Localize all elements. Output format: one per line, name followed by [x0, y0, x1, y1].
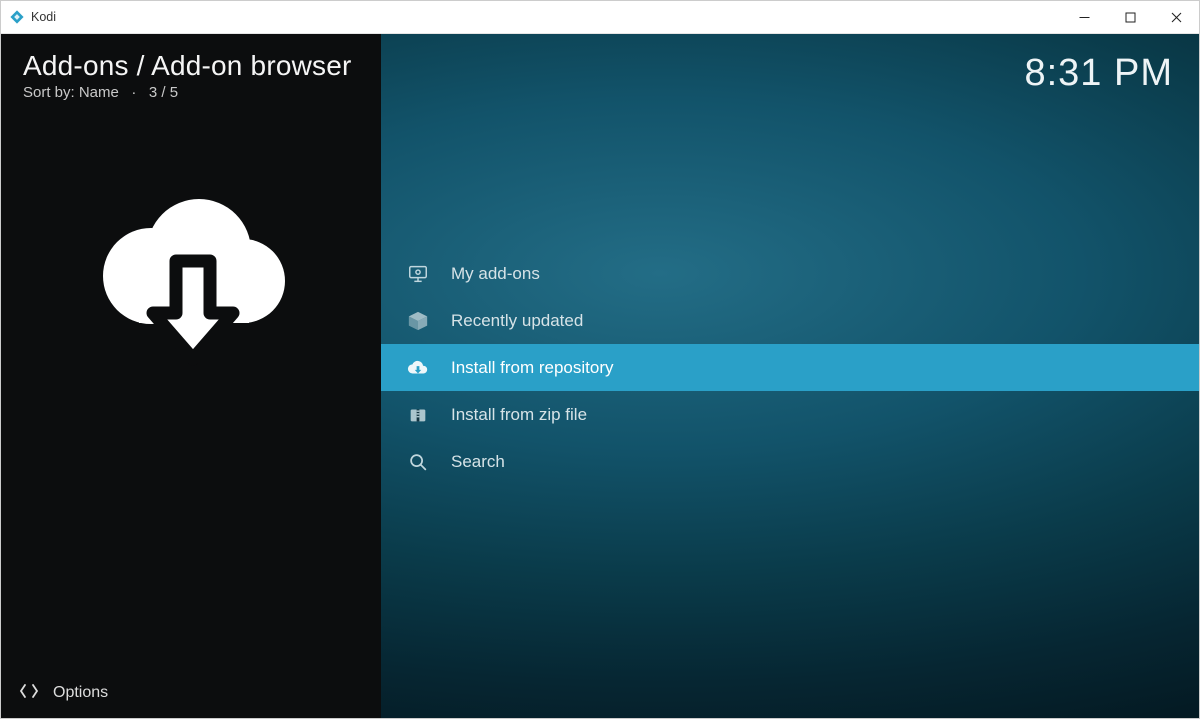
cloud-icon	[407, 357, 429, 379]
menu-item-label: Install from zip file	[451, 405, 587, 425]
menu-item-label: Recently updated	[451, 311, 583, 331]
menu-item-search[interactable]: Search	[381, 438, 1199, 485]
close-button[interactable]	[1153, 1, 1199, 34]
menu-item-label: My add-ons	[451, 264, 540, 284]
box-icon	[407, 310, 429, 332]
kodi-logo-icon	[9, 9, 25, 25]
window-title: Kodi	[31, 10, 56, 24]
position-indicator: 3 / 5	[149, 84, 178, 101]
sort-line: Sort by: Name · 3 / 5	[23, 84, 359, 101]
clock: 8:31 PM	[1024, 52, 1173, 95]
menu-list: My add-ons Recently updated	[381, 250, 1199, 485]
sidebar-graphic	[1, 101, 381, 668]
search-icon	[407, 451, 429, 473]
menu-item-install-from-repository[interactable]: Install from repository	[381, 344, 1199, 391]
breadcrumb: Add-ons / Add-on browser	[23, 50, 359, 82]
options-button[interactable]: Options	[1, 668, 381, 718]
options-icon	[19, 681, 39, 706]
separator-dot: ·	[123, 84, 145, 101]
menu-item-label: Search	[451, 452, 505, 472]
menu-item-label: Install from repository	[451, 358, 614, 378]
sort-label: Sort by: Name	[23, 84, 119, 101]
sidebar: Add-ons / Add-on browser Sort by: Name ·…	[1, 34, 381, 718]
menu-item-recently-updated[interactable]: Recently updated	[381, 297, 1199, 344]
maximize-button[interactable]	[1107, 1, 1153, 34]
main-panel: 8:31 PM My add-ons	[381, 34, 1199, 718]
header-block: Add-ons / Add-on browser Sort by: Name ·…	[1, 34, 381, 101]
monitor-icon	[407, 263, 429, 285]
titlebar-left: Kodi	[1, 9, 56, 25]
content-area: Add-ons / Add-on browser Sort by: Name ·…	[1, 34, 1199, 718]
app-window: Kodi Add-ons / Add-on browser Sort by: N…	[0, 0, 1200, 719]
menu-item-my-addons[interactable]: My add-ons	[381, 250, 1199, 297]
zip-icon	[407, 404, 429, 426]
download-cloud-icon	[81, 181, 301, 386]
menu-item-install-from-zip[interactable]: Install from zip file	[381, 391, 1199, 438]
titlebar: Kodi	[1, 1, 1199, 34]
minimize-button[interactable]	[1061, 1, 1107, 34]
options-label: Options	[53, 684, 108, 702]
window-controls	[1061, 1, 1199, 34]
